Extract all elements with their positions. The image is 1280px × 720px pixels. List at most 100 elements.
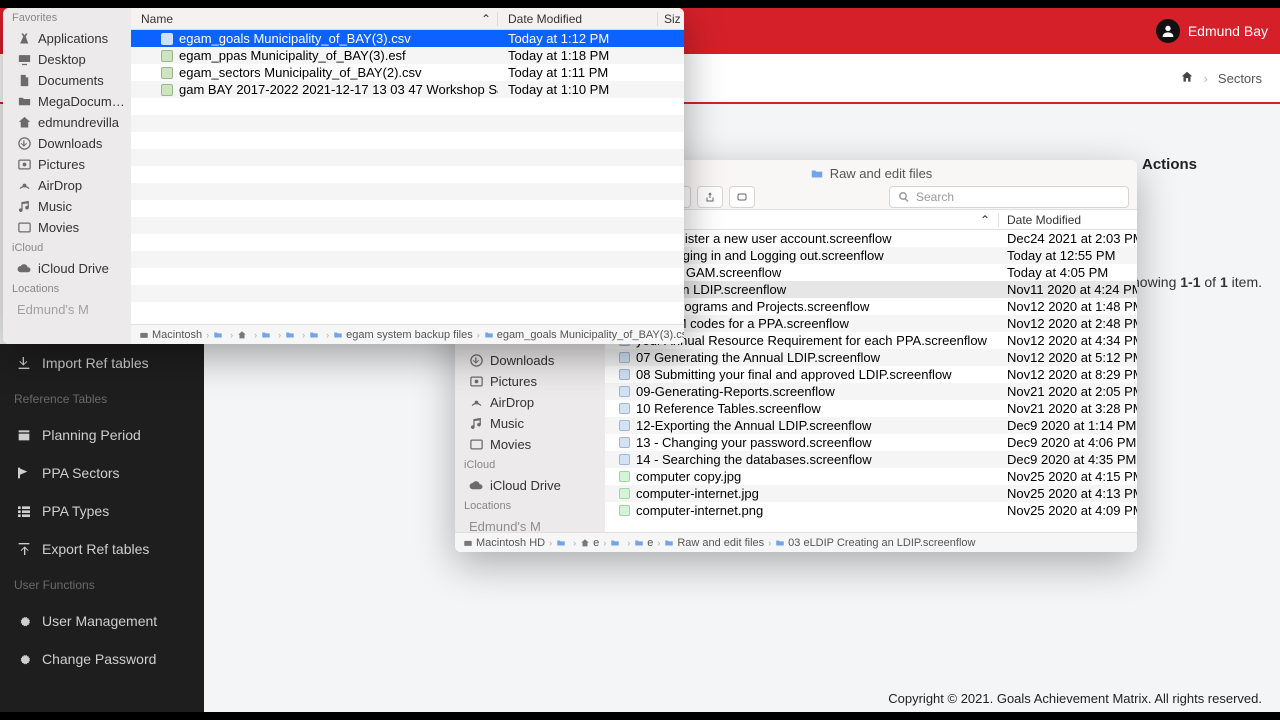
file-row[interactable]: 08 Submitting your final and approved LD… [605,366,1137,383]
sidebar-item[interactable]: AirDrop [455,392,605,413]
file-row[interactable]: DIP Logging in and Logging out.screenflo… [605,247,1137,264]
nav-planning-period[interactable]: Planning Period [0,416,204,454]
path-segment[interactable]: Raw and edit files [664,537,764,549]
file-row[interactable]: egam_goals Municipality_of_BAY(3).csvTod… [131,30,684,47]
finder2-icloud-drive[interactable]: iCloud Drive [455,475,605,496]
path-segment[interactable]: e [634,537,653,549]
sidebar-item[interactable]: Pictures [3,154,131,175]
file-icon [619,454,630,465]
sidebar-item[interactable]: Pictures [455,371,605,392]
search-icon [898,191,910,203]
nav-import-ref[interactable]: Import Ref tables [0,344,204,382]
finder2-location-item[interactable]: Edmund's M [455,516,605,532]
file-icon [161,33,173,45]
nav-ppa-types[interactable]: PPA Types [0,492,204,530]
webapp-sidebar: Import Ref tables Reference Tables Plann… [0,344,204,712]
path-segment[interactable]: 03 eLDIP Creating an LDIP.screenflow [775,537,975,549]
file-row[interactable]: DIP Register a new user account.screenfl… [605,230,1137,247]
file-row[interactable]: 14 - Searching the databases.screenflowD… [605,451,1137,468]
sort-indicator-icon: ⌃ [980,213,990,227]
finder2-title: Raw and edit files [605,166,1137,181]
finder1-file-list: Name⌃ Date Modified Siz egam_goals Munic… [131,8,684,324]
sidebar-item[interactable]: edmundrevilla [3,112,131,133]
path-segment[interactable]: Macintosh HD [463,537,545,549]
path-segment[interactable] [285,330,298,340]
finder1-columns[interactable]: Name⌃ Date Modified Siz [131,8,684,30]
path-segment[interactable]: egam_goals Municipality_of_BAY(3).csv [484,329,684,341]
file-icon [619,420,630,431]
sidebar-item[interactable]: Desktop [3,49,131,70]
finder1-icloud-section: iCloud [3,238,131,258]
tags-button[interactable] [729,186,755,208]
user-name: Edmund Bay [1188,23,1268,39]
nav-export-ref[interactable]: Export Ref tables [0,530,204,568]
finder2-columns[interactable]: ⌃ Date Modified [605,210,1137,230]
file-row[interactable]: eating a GAM.screenflowToday at 4:05 PM [605,264,1137,281]
avatar-icon [1156,19,1180,43]
finder1-path-bar[interactable]: Macintosh››››››egam system backup files›… [131,324,684,344]
file-icon [619,471,630,482]
sidebar-item[interactable]: Movies [455,434,605,455]
finder-window-front[interactable]: Favorites ApplicationsDesktopDocumentsMe… [3,8,684,344]
sidebar-item[interactable]: Downloads [455,350,605,371]
path-segment[interactable]: Macintosh [139,329,202,341]
file-row[interactable]: 09-Generating-Reports.screenflowNov21 20… [605,383,1137,400]
sidebar-item[interactable]: Applications [3,28,131,49]
finder2-file-list: ⌃ Date Modified DIP Register a new user … [605,210,1137,532]
file-row[interactable]: 12-Exporting the Annual LDIP.screenflowD… [605,417,1137,434]
path-segment[interactable] [213,330,226,340]
breadcrumb-current[interactable]: Sectors [1218,71,1262,86]
file-row[interactable]: the PRM codes for a PPA.screenflowNov12 … [605,315,1137,332]
file-row[interactable]: gam BAY 2017-2022 2021-12-17 13 03 47 Wo… [131,81,684,98]
finder2-search[interactable]: Search [889,186,1129,208]
finder1-sidebar: Favorites ApplicationsDesktopDocumentsMe… [3,8,131,344]
sidebar-item[interactable]: Movies [3,217,131,238]
path-segment[interactable] [237,330,250,340]
file-icon [619,403,630,414]
file-row[interactable]: eating an LDIP.screenflowNov11 2020 at 4… [605,281,1137,298]
nav-section-user: User Functions [0,568,204,602]
file-icon [619,352,630,363]
finder1-icloud-drive[interactable]: iCloud Drive [3,258,131,279]
nav-user-management[interactable]: User Management [0,602,204,640]
share-button[interactable] [697,186,723,208]
finder1-favorites-section: Favorites [3,8,131,28]
finder1-location-item[interactable]: Edmund's M [3,299,131,320]
nav-ppa-sectors[interactable]: PPA Sectors [0,454,204,492]
path-segment[interactable] [309,330,322,340]
sidebar-item[interactable]: AirDrop [3,175,131,196]
file-row[interactable]: computer copy.jpgNov25 2020 at 4:15 PM [605,468,1137,485]
file-row[interactable]: riority Programs and Projects.screenflow… [605,298,1137,315]
sidebar-item[interactable]: Documents [3,70,131,91]
file-row[interactable]: your Annual Resource Requirement for eac… [605,332,1137,349]
path-segment[interactable] [610,538,623,548]
file-icon [161,67,173,79]
user-menu[interactable]: Edmund Bay [1156,19,1268,43]
nav-change-password[interactable]: Change Password [0,640,204,678]
sidebar-item[interactable]: Music [3,196,131,217]
file-row[interactable]: 10 Reference Tables.screenflowNov21 2020… [605,400,1137,417]
file-icon [161,50,173,62]
file-icon [619,386,630,397]
file-row[interactable]: computer-internet.pngNov25 2020 at 4:09 … [605,502,1137,519]
nav-section-ref: Reference Tables [0,382,204,416]
home-icon[interactable] [1180,70,1194,87]
finder2-path-bar[interactable]: Macintosh HD››e››e›Raw and edit files›03… [455,532,1137,552]
path-segment[interactable]: e [580,537,599,549]
file-row[interactable]: egam_ppas Municipality_of_BAY(3).esfToda… [131,47,684,64]
file-icon [619,369,630,380]
file-row[interactable]: 13 - Changing your password.screenflowDe… [605,434,1137,451]
finder1-locations-section: Locations [3,279,131,299]
sidebar-item[interactable]: Downloads [3,133,131,154]
sidebar-item[interactable]: MegaDocum… [3,91,131,112]
path-segment[interactable]: egam system backup files [333,329,473,341]
sidebar-item[interactable]: Music [455,413,605,434]
file-row[interactable]: computer-internet.jpgNov25 2020 at 4:13 … [605,485,1137,502]
showing-text: Showing 1-1 of 1 item. [1123,274,1262,290]
file-row[interactable]: egam_sectors Municipality_of_BAY(2).csvT… [131,64,684,81]
file-icon [619,488,630,499]
finder2-icloud-section: iCloud [455,455,605,475]
path-segment[interactable] [556,538,569,548]
file-row[interactable]: 07 Generating the Annual LDIP.screenflow… [605,349,1137,366]
path-segment[interactable] [261,330,274,340]
